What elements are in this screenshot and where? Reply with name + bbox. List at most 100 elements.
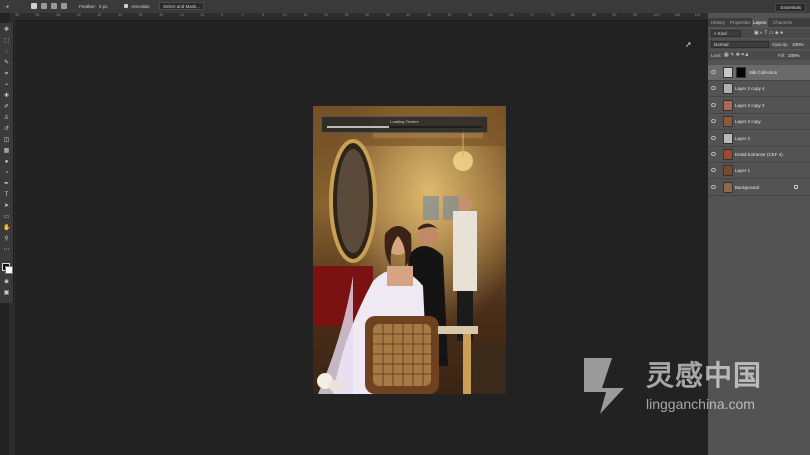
ruler-number: 45	[427, 13, 431, 17]
lock-row: Lock: ▦ ✎ ✥ ⌗ 🔒︎ Fill: 100%	[708, 51, 810, 60]
layer-mask-thumbnail	[736, 67, 746, 78]
history-brush-tool-icon[interactable]: ↺	[3, 126, 10, 133]
tab-layers[interactable]: Layers	[752, 18, 768, 27]
tab-history[interactable]: History	[710, 18, 726, 27]
layer-name: Layer 2 copy 3	[735, 102, 765, 108]
lock-icons[interactable]: ▦ ✎ ✥ ⌗ 🔒︎	[724, 52, 748, 58]
workspace-bar: Essentials	[708, 0, 810, 13]
blend-mode-dropdown[interactable]: Normal	[711, 41, 769, 48]
ruler-number: 20	[324, 13, 328, 17]
ruler-number: 35	[385, 13, 390, 17]
intersect-selection-icon[interactable]	[61, 3, 67, 9]
visibility-eye-icon[interactable]	[711, 168, 716, 173]
ruler-number: 10	[200, 13, 205, 17]
visibility-eye-icon[interactable]	[711, 119, 716, 124]
loading-label: Loading Texture	[390, 119, 419, 124]
visibility-eye-icon[interactable]	[711, 184, 716, 189]
visibility-eye-icon[interactable]	[711, 70, 716, 74]
pen-tool-icon[interactable]: ✒	[3, 181, 10, 188]
type-tool-icon[interactable]: T	[3, 192, 10, 199]
rectangle-tool-icon[interactable]: ▭	[3, 214, 10, 221]
anti-alias-checkbox[interactable]	[124, 4, 128, 8]
blur-tool-icon[interactable]: ●	[3, 159, 10, 166]
eyedropper-tool-icon[interactable]: ⌁	[3, 82, 10, 89]
filter-kind-label: Kind	[717, 31, 727, 36]
fill-input[interactable]: 100%	[788, 53, 800, 58]
visibility-eye-icon[interactable]	[711, 102, 716, 107]
marquee-tool-icon[interactable]: ⬚	[3, 38, 10, 45]
ruler-number: 10	[282, 13, 287, 17]
layer-name: Background	[735, 184, 760, 190]
fill-label: Fill:	[778, 53, 785, 58]
feather-input[interactable]: 0 px	[99, 3, 108, 10]
zoom-tool-icon[interactable]: ⚲	[3, 236, 10, 243]
quick-selection-tool-icon[interactable]: ✎	[3, 60, 10, 67]
ruler-number: 15	[303, 13, 308, 17]
ruler-number: 75	[550, 13, 555, 17]
path-selection-tool-icon[interactable]: ➤	[3, 203, 10, 210]
layer-row[interactable]: Layer 1	[708, 163, 810, 180]
gradient-tool-icon[interactable]: ▦	[3, 148, 10, 155]
layer-filter-row: ⌕ Kind ▣ ◐ T ▭ ◈ ●	[708, 29, 810, 38]
layer-name: Layer 1	[735, 168, 751, 174]
visibility-eye-icon[interactable]	[711, 135, 716, 140]
hand-tool-icon[interactable]: ✋	[3, 225, 10, 232]
lasso-tool-icon[interactable]: ◌	[3, 49, 10, 56]
ruler-number: 25	[138, 13, 143, 17]
eraser-tool-icon[interactable]: ◫	[3, 137, 10, 144]
select-and-mask-button[interactable]: Select and Mask...	[159, 2, 205, 10]
move-tool-icon[interactable]: ✥	[3, 27, 10, 34]
ruler-number: 100	[653, 13, 660, 17]
add-to-selection-icon[interactable]	[41, 3, 47, 9]
ruler-number: 50	[35, 13, 40, 17]
ruler-number: 65	[509, 13, 514, 17]
new-selection-icon[interactable]	[31, 3, 37, 9]
screen-mode-icon[interactable]: ▣	[3, 290, 10, 297]
layer-row[interactable]: Layer 2	[708, 130, 810, 147]
opacity-input[interactable]: 100%	[792, 42, 804, 47]
layer-row[interactable]: Detail Extractor (CEF 4)	[708, 147, 810, 163]
layer-row[interactable]: Layer 2 copy 4	[708, 81, 810, 98]
layer-thumbnail	[723, 67, 733, 78]
clone-stamp-tool-icon[interactable]: ♙	[3, 115, 10, 122]
watermark-chinese: 灵感中国	[646, 359, 763, 392]
filter-type-icons[interactable]: ▣ ◐ T ▭ ◈ ●	[754, 30, 783, 36]
layer-name: Layer 2	[735, 135, 751, 141]
subtract-from-selection-icon[interactable]	[51, 3, 57, 9]
ruler-number: 105	[674, 13, 681, 17]
panel-tabs: History Properties Layers Channels	[708, 18, 810, 27]
ruler-number: 20	[159, 13, 164, 17]
options-bar: ◌▾ Feather: 0 px Anti-alias Select and M…	[0, 0, 810, 14]
quick-mask-icon[interactable]: ◙	[3, 279, 10, 286]
tab-properties[interactable]: Properties	[729, 18, 752, 27]
dodge-tool-icon[interactable]: ◔	[3, 170, 10, 177]
more-tools-icon[interactable]: ⋯	[3, 247, 10, 254]
visibility-eye-icon[interactable]	[711, 86, 716, 91]
ruler-number: 110	[694, 13, 701, 17]
background-color-swatch[interactable]	[5, 266, 13, 274]
tab-channels[interactable]: Channels	[772, 18, 793, 27]
ruler-number: 50	[447, 13, 452, 17]
lasso-tool-preset-icon[interactable]: ◌▾	[4, 3, 9, 10]
document-image[interactable]	[313, 106, 506, 394]
filter-kind-dropdown[interactable]: ⌕ Kind	[711, 30, 741, 37]
layer-row[interactable]: Silk Collection	[708, 65, 810, 81]
ruler-number: 40	[406, 13, 411, 17]
layer-row[interactable]: Layer 2 copy 3	[708, 97, 810, 114]
healing-brush-tool-icon[interactable]: ✚	[3, 93, 10, 100]
anti-alias-label: Anti-alias	[131, 4, 150, 9]
watermark-url: lingganchina.com	[646, 396, 755, 412]
layer-thumbnail	[723, 99, 733, 111]
layer-row[interactable]: Background	[708, 179, 810, 196]
crop-tool-icon[interactable]: ⌗	[3, 71, 10, 78]
ruler-number: 80	[571, 13, 576, 17]
layer-thumbnail	[723, 165, 733, 177]
layer-thumbnail	[723, 149, 733, 160]
workspace-switcher[interactable]: Essentials	[775, 3, 806, 12]
visibility-eye-icon[interactable]	[711, 152, 716, 156]
layer-thumbnail	[723, 181, 733, 193]
layer-name: Detail Extractor (CEF 4)	[735, 152, 783, 157]
ruler-number: 70	[530, 13, 534, 17]
layer-row[interactable]: Layer 2 copy	[708, 114, 810, 131]
brush-tool-icon[interactable]: ✐	[3, 104, 10, 111]
